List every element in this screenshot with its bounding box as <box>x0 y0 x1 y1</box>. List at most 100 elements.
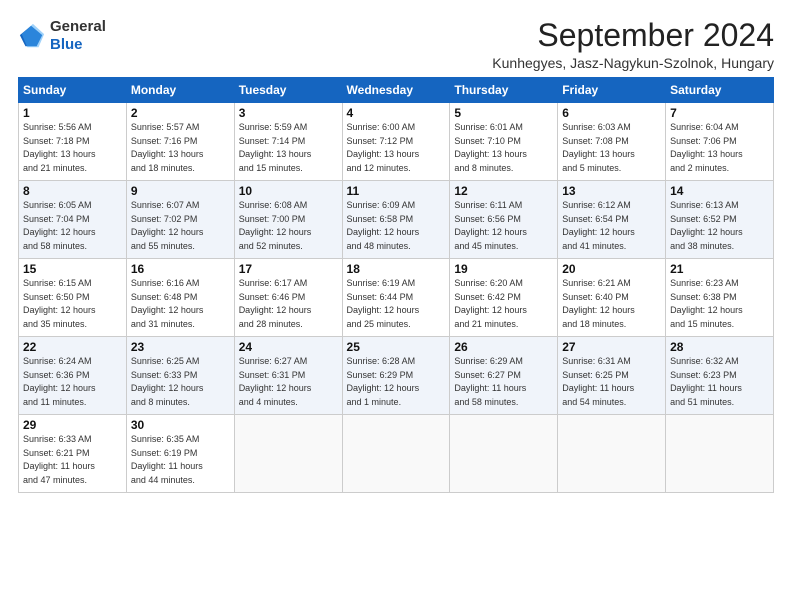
day-info: Sunrise: 6:19 AMSunset: 6:44 PMDaylight:… <box>347 277 446 331</box>
day-number: 11 <box>347 184 446 198</box>
calendar-cell: 6 Sunrise: 6:03 AMSunset: 7:08 PMDayligh… <box>558 103 666 181</box>
month-title: September 2024 <box>492 18 774 53</box>
day-info: Sunrise: 6:08 AMSunset: 7:00 PMDaylight:… <box>239 199 338 253</box>
day-info: Sunrise: 6:13 AMSunset: 6:52 PMDaylight:… <box>670 199 769 253</box>
calendar-cell: 9 Sunrise: 6:07 AMSunset: 7:02 PMDayligh… <box>126 181 234 259</box>
day-number: 29 <box>23 418 122 432</box>
day-number: 23 <box>131 340 230 354</box>
calendar-cell: 10 Sunrise: 6:08 AMSunset: 7:00 PMDaylig… <box>234 181 342 259</box>
calendar-cell: 23 Sunrise: 6:25 AMSunset: 6:33 PMDaylig… <box>126 337 234 415</box>
col-header-wednesday: Wednesday <box>342 78 450 103</box>
day-info: Sunrise: 5:57 AMSunset: 7:16 PMDaylight:… <box>131 121 230 175</box>
day-info: Sunrise: 6:24 AMSunset: 6:36 PMDaylight:… <box>23 355 122 409</box>
calendar-cell: 4 Sunrise: 6:00 AMSunset: 7:12 PMDayligh… <box>342 103 450 181</box>
calendar-cell: 8 Sunrise: 6:05 AMSunset: 7:04 PMDayligh… <box>19 181 127 259</box>
day-number: 28 <box>670 340 769 354</box>
calendar-week-row: 8 Sunrise: 6:05 AMSunset: 7:04 PMDayligh… <box>19 181 774 259</box>
calendar-cell: 3 Sunrise: 5:59 AMSunset: 7:14 PMDayligh… <box>234 103 342 181</box>
day-number: 14 <box>670 184 769 198</box>
calendar-week-row: 1 Sunrise: 5:56 AMSunset: 7:18 PMDayligh… <box>19 103 774 181</box>
col-header-friday: Friday <box>558 78 666 103</box>
day-info: Sunrise: 6:16 AMSunset: 6:48 PMDaylight:… <box>131 277 230 331</box>
day-info: Sunrise: 6:11 AMSunset: 6:56 PMDaylight:… <box>454 199 553 253</box>
day-number: 21 <box>670 262 769 276</box>
calendar-cell: 17 Sunrise: 6:17 AMSunset: 6:46 PMDaylig… <box>234 259 342 337</box>
calendar-cell: 22 Sunrise: 6:24 AMSunset: 6:36 PMDaylig… <box>19 337 127 415</box>
day-info: Sunrise: 6:01 AMSunset: 7:10 PMDaylight:… <box>454 121 553 175</box>
day-number: 20 <box>562 262 661 276</box>
day-info: Sunrise: 6:33 AMSunset: 6:21 PMDaylight:… <box>23 433 122 487</box>
calendar-cell <box>342 415 450 493</box>
calendar-cell: 12 Sunrise: 6:11 AMSunset: 6:56 PMDaylig… <box>450 181 558 259</box>
day-number: 27 <box>562 340 661 354</box>
calendar-cell: 27 Sunrise: 6:31 AMSunset: 6:25 PMDaylig… <box>558 337 666 415</box>
calendar-cell: 26 Sunrise: 6:29 AMSunset: 6:27 PMDaylig… <box>450 337 558 415</box>
day-info: Sunrise: 5:59 AMSunset: 7:14 PMDaylight:… <box>239 121 338 175</box>
day-number: 17 <box>239 262 338 276</box>
calendar-cell: 20 Sunrise: 6:21 AMSunset: 6:40 PMDaylig… <box>558 259 666 337</box>
day-info: Sunrise: 6:15 AMSunset: 6:50 PMDaylight:… <box>23 277 122 331</box>
calendar: SundayMondayTuesdayWednesdayThursdayFrid… <box>18 77 774 493</box>
day-number: 18 <box>347 262 446 276</box>
day-number: 9 <box>131 184 230 198</box>
title-block: September 2024 Kunhegyes, Jasz-Nagykun-S… <box>492 18 774 71</box>
calendar-cell <box>558 415 666 493</box>
col-header-monday: Monday <box>126 78 234 103</box>
day-number: 10 <box>239 184 338 198</box>
calendar-cell: 21 Sunrise: 6:23 AMSunset: 6:38 PMDaylig… <box>666 259 774 337</box>
day-number: 8 <box>23 184 122 198</box>
day-info: Sunrise: 6:21 AMSunset: 6:40 PMDaylight:… <box>562 277 661 331</box>
day-number: 3 <box>239 106 338 120</box>
day-number: 5 <box>454 106 553 120</box>
day-number: 24 <box>239 340 338 354</box>
col-header-tuesday: Tuesday <box>234 78 342 103</box>
day-number: 13 <box>562 184 661 198</box>
header: General Blue September 2024 Kunhegyes, J… <box>18 18 774 71</box>
day-info: Sunrise: 6:29 AMSunset: 6:27 PMDaylight:… <box>454 355 553 409</box>
location: Kunhegyes, Jasz-Nagykun-Szolnok, Hungary <box>492 55 774 71</box>
calendar-cell <box>450 415 558 493</box>
calendar-cell: 24 Sunrise: 6:27 AMSunset: 6:31 PMDaylig… <box>234 337 342 415</box>
day-info: Sunrise: 6:17 AMSunset: 6:46 PMDaylight:… <box>239 277 338 331</box>
calendar-cell: 16 Sunrise: 6:16 AMSunset: 6:48 PMDaylig… <box>126 259 234 337</box>
day-number: 12 <box>454 184 553 198</box>
day-number: 1 <box>23 106 122 120</box>
calendar-cell: 18 Sunrise: 6:19 AMSunset: 6:44 PMDaylig… <box>342 259 450 337</box>
day-info: Sunrise: 6:05 AMSunset: 7:04 PMDaylight:… <box>23 199 122 253</box>
day-number: 25 <box>347 340 446 354</box>
logo: General Blue <box>18 18 106 54</box>
calendar-cell: 19 Sunrise: 6:20 AMSunset: 6:42 PMDaylig… <box>450 259 558 337</box>
calendar-cell <box>666 415 774 493</box>
calendar-cell: 5 Sunrise: 6:01 AMSunset: 7:10 PMDayligh… <box>450 103 558 181</box>
day-info: Sunrise: 6:35 AMSunset: 6:19 PMDaylight:… <box>131 433 230 487</box>
calendar-cell: 1 Sunrise: 5:56 AMSunset: 7:18 PMDayligh… <box>19 103 127 181</box>
calendar-cell: 30 Sunrise: 6:35 AMSunset: 6:19 PMDaylig… <box>126 415 234 493</box>
day-info: Sunrise: 6:07 AMSunset: 7:02 PMDaylight:… <box>131 199 230 253</box>
calendar-cell: 13 Sunrise: 6:12 AMSunset: 6:54 PMDaylig… <box>558 181 666 259</box>
day-number: 22 <box>23 340 122 354</box>
col-header-thursday: Thursday <box>450 78 558 103</box>
day-number: 2 <box>131 106 230 120</box>
calendar-cell: 25 Sunrise: 6:28 AMSunset: 6:29 PMDaylig… <box>342 337 450 415</box>
calendar-cell: 2 Sunrise: 5:57 AMSunset: 7:16 PMDayligh… <box>126 103 234 181</box>
col-header-saturday: Saturday <box>666 78 774 103</box>
day-info: Sunrise: 6:25 AMSunset: 6:33 PMDaylight:… <box>131 355 230 409</box>
calendar-header-row: SundayMondayTuesdayWednesdayThursdayFrid… <box>19 78 774 103</box>
calendar-cell: 28 Sunrise: 6:32 AMSunset: 6:23 PMDaylig… <box>666 337 774 415</box>
day-info: Sunrise: 6:31 AMSunset: 6:25 PMDaylight:… <box>562 355 661 409</box>
calendar-cell: 29 Sunrise: 6:33 AMSunset: 6:21 PMDaylig… <box>19 415 127 493</box>
logo-icon <box>18 22 46 50</box>
day-info: Sunrise: 6:03 AMSunset: 7:08 PMDaylight:… <box>562 121 661 175</box>
page: General Blue September 2024 Kunhegyes, J… <box>0 0 792 503</box>
calendar-cell: 14 Sunrise: 6:13 AMSunset: 6:52 PMDaylig… <box>666 181 774 259</box>
day-number: 26 <box>454 340 553 354</box>
day-info: Sunrise: 6:12 AMSunset: 6:54 PMDaylight:… <box>562 199 661 253</box>
calendar-cell: 7 Sunrise: 6:04 AMSunset: 7:06 PMDayligh… <box>666 103 774 181</box>
calendar-week-row: 22 Sunrise: 6:24 AMSunset: 6:36 PMDaylig… <box>19 337 774 415</box>
day-number: 19 <box>454 262 553 276</box>
logo-text: General Blue <box>50 18 106 54</box>
day-info: Sunrise: 6:28 AMSunset: 6:29 PMDaylight:… <box>347 355 446 409</box>
day-number: 4 <box>347 106 446 120</box>
day-number: 15 <box>23 262 122 276</box>
day-info: Sunrise: 6:00 AMSunset: 7:12 PMDaylight:… <box>347 121 446 175</box>
